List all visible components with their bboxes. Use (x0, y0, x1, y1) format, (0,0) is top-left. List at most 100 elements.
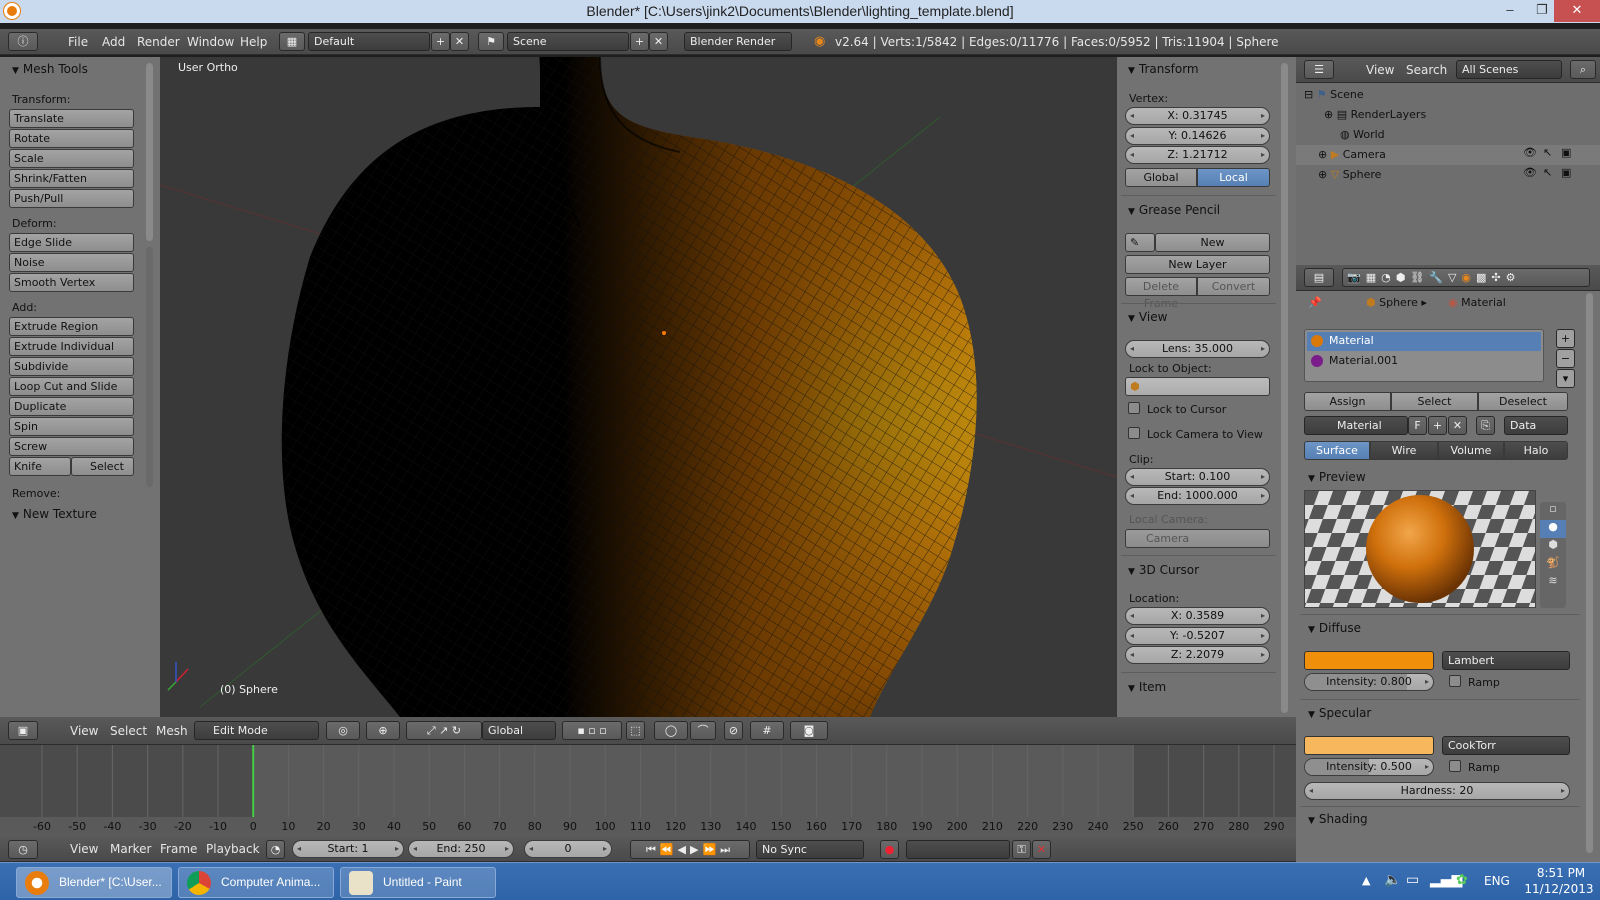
extrude-individual-button[interactable]: Extrude Individual (9, 337, 134, 356)
clip-start-field[interactable]: Start: 0.100 (1125, 468, 1270, 486)
record-icon[interactable]: ● (880, 840, 899, 859)
close-button[interactable]: ✕ (1554, 0, 1600, 22)
display-mode-select[interactable]: All Scenes (1456, 60, 1562, 79)
item-panel-title[interactable]: ▼ Item (1128, 680, 1166, 694)
preview-type-buttons[interactable]: ▫ ● ⬢ 🐒 ≋ (1540, 502, 1566, 608)
outliner-item-camera[interactable]: ⊕ ▶ Camera (1318, 148, 1386, 161)
specular-ramp-checkbox[interactable] (1449, 760, 1461, 772)
mode-select[interactable]: Edit Mode (194, 721, 319, 740)
tab-halo[interactable]: Halo (1504, 441, 1568, 460)
assign-button[interactable]: Assign (1304, 392, 1391, 411)
lens-field[interactable]: Lens: 35.000 (1125, 340, 1270, 358)
scene-select[interactable]: Scene (507, 32, 629, 51)
playback-controls[interactable]: ⏮⏪◀▶⏩⏭ (630, 840, 750, 859)
vertex-z-field[interactable]: Z: 1.21712 (1125, 146, 1270, 164)
layout-select[interactable]: Default (308, 32, 430, 51)
tool-shelf-scrollbar-track[interactable] (146, 247, 153, 487)
cursor-z-field[interactable]: Z: 2.2079 (1125, 646, 1270, 664)
material-name-field[interactable]: Material (1304, 416, 1408, 435)
end-frame-field[interactable]: End: 250 (408, 840, 514, 858)
breadcrumb-material[interactable]: ◉ Material (1448, 296, 1506, 309)
new-layer-button[interactable]: New Layer (1125, 255, 1270, 274)
sphere-select-cursor-icon[interactable]: ↖ (1543, 166, 1552, 179)
editor-type-properties-icon[interactable]: ▤ (1304, 268, 1334, 287)
outliner-menu-view[interactable]: View (1366, 63, 1394, 77)
unlink-material-icon[interactable]: ✕ (1448, 416, 1467, 435)
add-scene-icon[interactable]: + (630, 32, 649, 51)
orientation-select[interactable]: Global (482, 721, 556, 740)
mesh-tools-title[interactable]: ▼ Mesh Tools (12, 62, 88, 76)
grease-pencil-icon[interactable]: ✎ (1125, 233, 1155, 252)
select-button[interactable]: Select (1391, 392, 1478, 411)
render-engine-select[interactable]: Blender Render (684, 32, 792, 51)
preview-range-icon[interactable]: ◔ (266, 840, 285, 859)
add-slot-button[interactable]: + (1556, 329, 1575, 348)
language-indicator[interactable]: ENG (1484, 874, 1510, 888)
knife-select-button[interactable]: Select (71, 457, 134, 476)
tab-volume[interactable]: Volume (1438, 441, 1504, 460)
properties-scrollbar[interactable] (1586, 293, 1593, 853)
extrude-region-button[interactable]: Extrude Region (9, 317, 134, 336)
remove-scene-icon[interactable]: ✕ (649, 32, 668, 51)
hardness-field[interactable]: Hardness: 20 (1304, 782, 1570, 800)
smooth-vertex-button[interactable]: Smooth Vertex (9, 273, 134, 292)
clock-time[interactable]: 8:51 PM (1530, 866, 1592, 880)
editor-type-outliner-icon[interactable]: ☰ (1304, 60, 1334, 79)
delete-keyframe-icon[interactable]: ✕ (1032, 840, 1051, 859)
tab-surface[interactable]: Surface (1304, 441, 1370, 460)
menu-select[interactable]: Select (110, 724, 147, 738)
timeline-menu-marker[interactable]: Marker (110, 842, 151, 856)
cursor-y-field[interactable]: Y: -0.5207 (1125, 627, 1270, 645)
diffuse-panel-title[interactable]: ▼ Diffuse (1308, 621, 1361, 635)
minimize-button[interactable]: – (1494, 0, 1526, 22)
diffuse-intensity-field[interactable]: Intensity: 0.800 (1304, 673, 1434, 691)
start-frame-field[interactable]: Start: 1 (292, 840, 404, 858)
fake-user-button[interactable]: F (1408, 416, 1427, 435)
local-camera-field[interactable]: Camera (1125, 529, 1270, 548)
add-layout-icon[interactable]: + (431, 32, 450, 51)
copy-material-icon[interactable]: ⎘ (1476, 416, 1495, 435)
remove-slot-button[interactable]: − (1556, 349, 1575, 368)
diffuse-color-swatch[interactable] (1304, 651, 1434, 670)
sphere-render-icon[interactable]: ▣ (1561, 166, 1571, 179)
3d-cursor-title[interactable]: ▼ 3D Cursor (1128, 563, 1199, 577)
snap-icon[interactable]: ⊘ (724, 721, 743, 740)
link-select[interactable]: Data (1504, 416, 1568, 435)
menu-help[interactable]: Help (240, 35, 267, 49)
subdivide-button[interactable]: Subdivide (9, 357, 134, 376)
timeline-menu-view[interactable]: View (70, 842, 98, 856)
menu-file[interactable]: File (68, 35, 88, 49)
specular-intensity-field[interactable]: Intensity: 0.500 (1304, 758, 1434, 776)
task-chrome[interactable]: Computer Anima... (178, 867, 334, 898)
grease-new-button[interactable]: New (1155, 233, 1270, 252)
translate-button[interactable]: Translate (9, 109, 134, 128)
view-panel-title[interactable]: ▼ View (1128, 310, 1167, 324)
editor-type-3d-icon[interactable]: ▣ (8, 721, 38, 740)
outliner-item-renderlayers[interactable]: ⊕ ▤ RenderLayers (1324, 108, 1426, 121)
deselect-button[interactable]: Deselect (1478, 392, 1568, 411)
camera-select-cursor-icon[interactable]: ↖ (1543, 146, 1552, 159)
n-panel-scrollbar[interactable] (1281, 63, 1288, 713)
vertex-y-field[interactable]: Y: 0.14626 (1125, 127, 1270, 145)
keying-set-field[interactable] (906, 840, 1010, 859)
proportional-edit-icon[interactable]: ◯ (654, 721, 688, 740)
tool-shelf-scrollbar[interactable] (146, 63, 153, 241)
snap-element-icon[interactable]: # (750, 721, 784, 740)
current-frame-field[interactable]: 0 (524, 840, 612, 858)
pin-icon[interactable]: 📌 (1308, 296, 1322, 309)
material-slot-item[interactable]: Material.001 (1307, 352, 1541, 371)
search-icon[interactable]: ⌕ (1570, 60, 1596, 79)
specular-shader-select[interactable]: CookTorr (1442, 736, 1570, 755)
transform-panel-title[interactable]: ▼ Transform (1128, 62, 1199, 76)
menu-render[interactable]: Render (137, 35, 180, 49)
spin-button[interactable]: Spin (9, 417, 134, 436)
pivot-point-icon[interactable]: ⊕ (366, 721, 400, 740)
scene-icon[interactable]: ⚑ (478, 32, 504, 51)
occlude-geometry-icon[interactable]: ⬚ (626, 721, 645, 740)
remove-layout-icon[interactable]: ✕ (450, 32, 469, 51)
context-tabs[interactable]: 📷▦◔⬢⛓🔧▽◉▩✣⚙ (1342, 268, 1590, 287)
screen-layout-icon[interactable]: ▦ (279, 32, 305, 51)
knife-button[interactable]: Knife (9, 457, 71, 476)
3d-viewport[interactable]: User Ortho (0) Sphere (160, 57, 1117, 717)
outliner-item-sphere[interactable]: ⊕ ▽ Sphere (1318, 168, 1381, 181)
